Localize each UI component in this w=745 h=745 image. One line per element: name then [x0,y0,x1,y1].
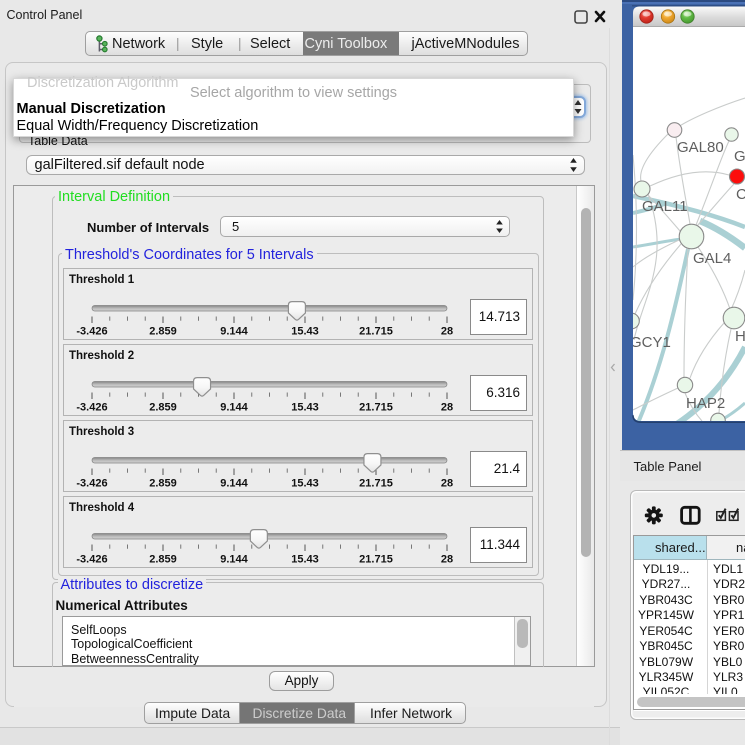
svg-text:GAL4: GAL4 [693,250,731,267]
svg-text:2.859: 2.859 [149,402,177,414]
svg-text:28: 28 [441,478,453,490]
svg-text:9.144: 9.144 [220,554,248,566]
svg-text:H: H [735,328,745,345]
svg-text:15.43: 15.43 [291,554,319,566]
svg-text:21.715: 21.715 [359,402,393,414]
svg-text:15.43: 15.43 [291,402,319,414]
svg-text:15.43: 15.43 [291,478,319,490]
svg-text:GAL11: GAL11 [642,198,688,215]
svg-text:28: 28 [441,326,453,338]
svg-text:-3.426: -3.426 [76,402,107,414]
svg-text:C: C [736,186,745,203]
svg-text:9.144: 9.144 [220,402,248,414]
svg-text:2.859: 2.859 [149,326,177,338]
svg-text:-3.426: -3.426 [76,478,107,490]
svg-text:-3.426: -3.426 [76,326,107,338]
svg-text:GAL80: GAL80 [677,139,724,156]
svg-text:2.859: 2.859 [149,554,177,566]
svg-text:28: 28 [441,402,453,414]
svg-text:GCY1: GCY1 [630,334,671,351]
svg-text:21.715: 21.715 [359,478,393,490]
svg-text:9.144: 9.144 [220,326,248,338]
svg-text:-3.426: -3.426 [76,554,107,566]
svg-text:HAP2: HAP2 [686,395,725,412]
svg-text:21.715: 21.715 [359,326,393,338]
svg-text:28: 28 [441,554,453,566]
svg-text:9.144: 9.144 [220,478,248,490]
svg-text:GA: GA [734,148,745,165]
svg-text:2.859: 2.859 [149,478,177,490]
svg-text:21.715: 21.715 [359,554,393,566]
svg-text:15.43: 15.43 [291,326,319,338]
